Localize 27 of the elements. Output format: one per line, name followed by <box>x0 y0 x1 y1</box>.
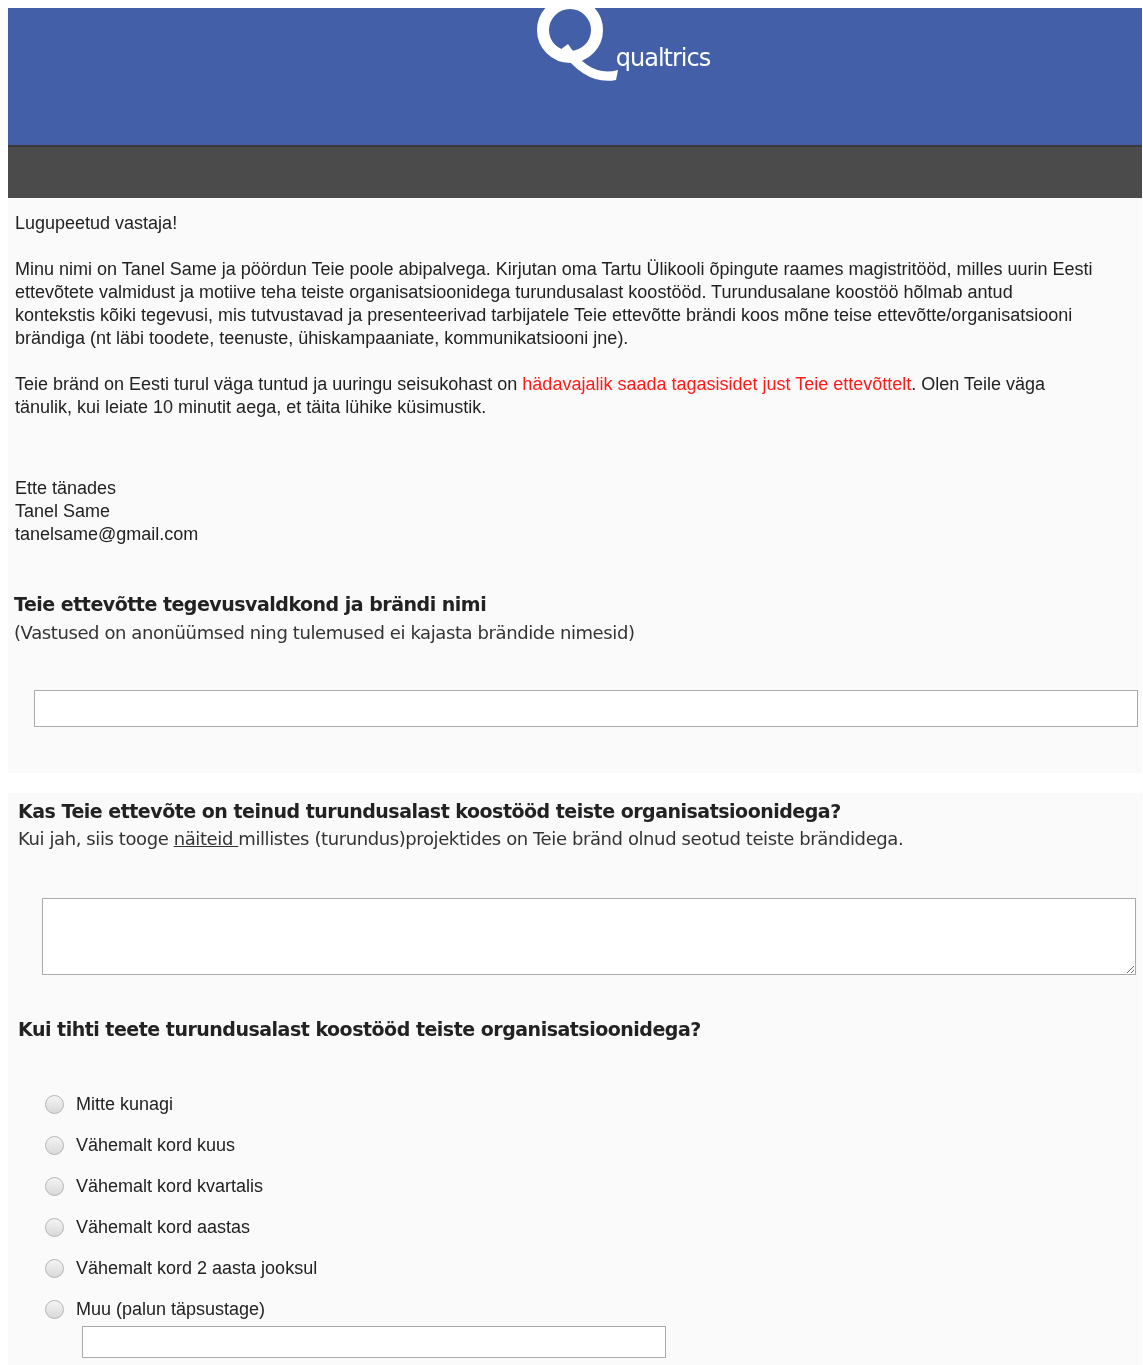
question-description: Kui jah, siis tooge näiteid millistes (turundus)projektides on Teie bränd olnud seotud teiste brändidega. <box>18 827 905 851</box>
radio-button[interactable] <box>45 1135 64 1155</box>
option-label: Mitte kunagi <box>76 1092 174 1116</box>
radio-button[interactable] <box>45 1299 64 1319</box>
option-label: Muu (palun täpsustage) <box>76 1297 266 1321</box>
radio-button[interactable] <box>45 1176 64 1196</box>
radio-button[interactable] <box>45 1258 64 1278</box>
radio-button[interactable] <box>45 1217 64 1237</box>
signature-line: Ette tänades <box>15 477 118 500</box>
question-title: Teie ettevõtte tegevusvaldkond ja brändi nimi <box>14 592 488 617</box>
signature-line: tanelsame@gmail.com <box>15 523 200 546</box>
option-label: Vähemalt kord 2 aasta jooksul <box>76 1256 318 1280</box>
radio-button[interactable] <box>45 1094 64 1114</box>
other-input-field[interactable] <box>82 1325 666 1358</box>
question-description: (Vastused on anonüümsed ning tulemused ei kajasta brändide nimesid) <box>14 620 636 645</box>
greeting-text: Lugupeetud vastaja! <box>15 212 179 235</box>
brand-name: qualtrics <box>615 43 711 74</box>
option-label: Vähemalt kord kvartalis <box>76 1174 264 1198</box>
option-label: Vähemalt kord kuus <box>76 1133 236 1157</box>
question-title: Kui tihti teete turundusalast koostööd teiste organisatsioonidega? <box>18 1017 702 1042</box>
answer-box[interactable] <box>42 898 1136 975</box>
option-label: Vähemalt kord aastas <box>76 1215 251 1239</box>
intro-paragraph: Teie bränd on Eesti turul väga tuntud ja uuringu seisukohast on hädavajalik saada tagasisidet just Teie ettevõttelt. Olen Teile väga tänulik, kui leiate 10 minutit aega, et täita lühike küsimustik. <box>15 373 1047 419</box>
answer-field[interactable] <box>34 689 1138 727</box>
intro-paragraph: Minu nimi on Tanel Same ja pöördun Teie poole abipalvega. Kirjutan oma Tartu Ülikooli õpingute raames magistritööd, milles uurin Eesti ettevõtete valmidust ja motiive teha teiste organisatsioonidega turundusalast koostööd. Turundusalane koostöö hõlmab antud kontekstis kõiki tegevusi, mis tutvustavad ja presenteerivad tarbijatele Teie ettevõtte brändi koos mõne teise ettevõtte/organisatsiooni brändiga (nt läbi toodete, teenuste, ühiskampaaniate, kommunikatsiooni jne). <box>15 258 1094 350</box>
question-title: Kas Teie ettevõte on teinud turundusalast koostööd teiste organisatsioonidega? <box>18 798 842 824</box>
signature-line: Tanel Same <box>15 500 112 523</box>
